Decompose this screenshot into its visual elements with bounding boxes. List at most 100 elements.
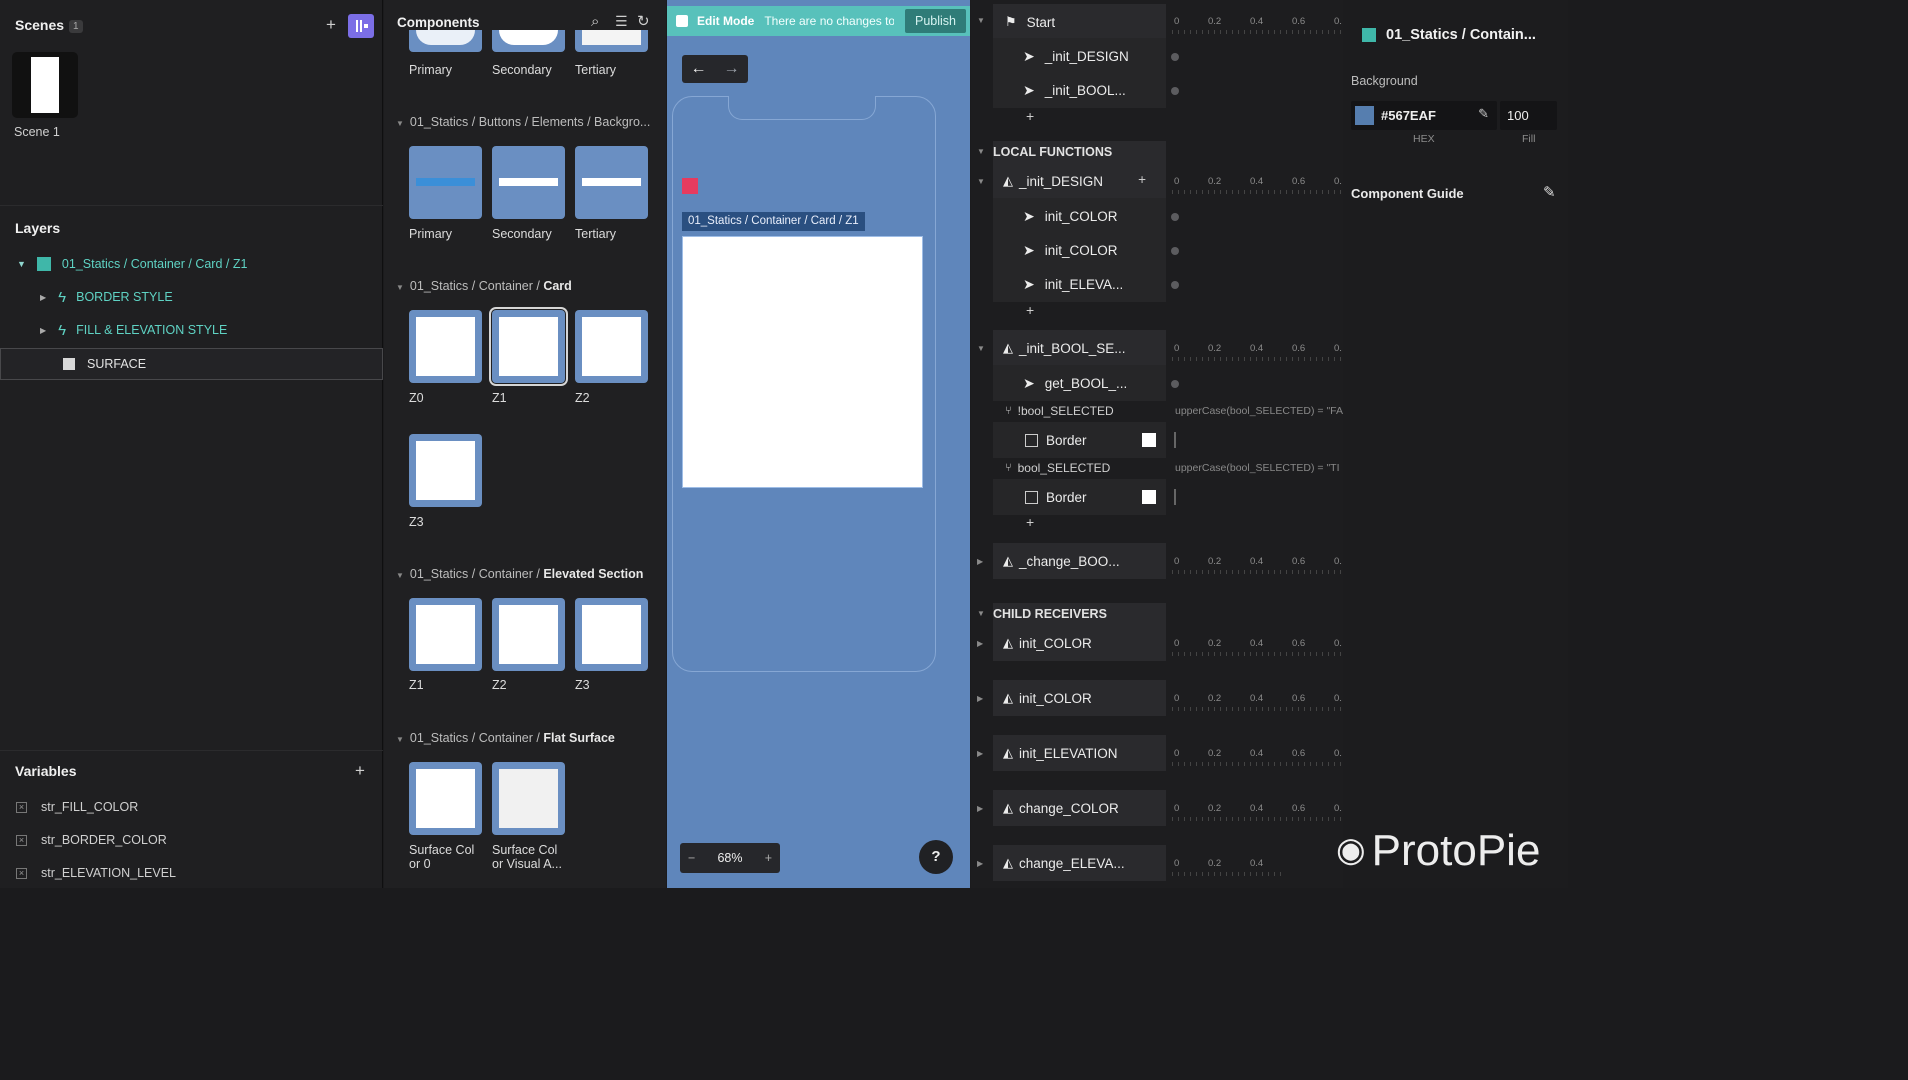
response-row[interactable]: ➤ _init_DESIGN [993,38,1166,74]
zoom-level[interactable]: 68% [717,851,742,865]
scene-thumbnail[interactable] [12,52,78,118]
chevron-right-icon[interactable]: ▶ [977,639,983,648]
color-swatch[interactable] [1142,433,1156,447]
variable-row[interactable]: × str_ELEVATION_LEVEL [16,866,176,880]
component-group-title[interactable]: ▼ 01_Statics / Container / Flat Surface [396,731,662,745]
component-thumbnail[interactable] [409,30,482,52]
condition-expression[interactable]: upperCase(bool_SELECTED) = "FA [1175,405,1343,417]
chevron-down-icon[interactable]: ▼ [977,177,985,186]
add-icon[interactable]: + [1138,172,1146,187]
layer-fill-elevation-style[interactable]: ▶ ϟ FILL & ELEVATION STYLE [0,314,383,346]
component-thumbnail[interactable] [409,310,482,383]
layer-root-row[interactable]: ▼ 01_Statics / Container / Card / Z1 [0,248,383,280]
function-init-design[interactable]: ◭ _init_DESIGN + [993,163,1166,199]
variable-row[interactable]: × str_BORDER_COLOR [16,833,167,847]
receiver-row[interactable]: ◭ init_COLOR [993,625,1166,661]
refresh-icon[interactable]: ↻ [637,12,650,30]
chevron-down-icon[interactable]: ▼ [977,147,985,156]
component-thumbnail[interactable] [409,434,482,507]
chevron-down-icon[interactable]: ▼ [396,735,404,744]
edit-icon[interactable]: ✎ [1543,183,1556,201]
search-icon[interactable]: ⌕ [591,13,599,30]
component-thumbnail[interactable] [409,762,482,835]
child-receivers-header[interactable]: CHILD RECEIVERS [993,603,1166,625]
timeline-dot[interactable] [1171,380,1179,388]
chevron-down-icon[interactable]: ▼ [396,119,404,128]
arrow-right-icon[interactable]: → [715,55,748,83]
timeline-dot[interactable] [1171,247,1179,255]
color-swatch[interactable] [1355,106,1374,125]
trigger-start[interactable]: ⚑ Start [993,4,1166,40]
chevron-down-icon[interactable]: ▼ [977,609,985,618]
add-scene-icon[interactable]: + [326,15,336,35]
component-thumbnail[interactable] [575,30,648,52]
timeline-bar[interactable] [1174,489,1176,505]
component-thumbnail[interactable] [492,146,565,219]
add-response-icon[interactable]: + [1026,108,1034,124]
timeline-dot[interactable] [1171,53,1179,61]
component-thumbnail[interactable] [575,310,648,383]
component-thumbnail-selected[interactable] [489,307,568,386]
condition-expression[interactable]: upperCase(bool_SELECTED) = "TI [1175,462,1343,474]
component-group-title[interactable]: ▼ 01_Statics / Container / Elevated Secti… [396,567,662,581]
timeline-dot[interactable] [1171,281,1179,289]
response-row[interactable]: ➤ init_COLOR [993,232,1166,268]
component-group-title[interactable]: ▼ 01_Statics / Buttons / Elements / Backg… [396,115,662,129]
response-row[interactable]: ➤ get_BOOL_... [993,365,1166,401]
response-row[interactable]: ➤ init_ELEVA... [993,266,1166,302]
chevron-down-icon[interactable]: ▼ [17,259,26,269]
component-thumbnail[interactable] [409,598,482,671]
chevron-down-icon[interactable]: ▼ [396,571,404,580]
help-button[interactable]: ? [919,840,953,874]
chevron-right-icon[interactable]: ▶ [977,859,983,868]
receiver-row[interactable]: ◭ change_ELEVA... [993,845,1166,881]
receiver-row[interactable]: ◭ init_COLOR [993,680,1166,716]
local-functions-header[interactable]: LOCAL FUNCTIONS [993,141,1166,163]
variable-row[interactable]: × str_FILL_COLOR [16,800,138,814]
add-variable-icon[interactable]: + [355,761,365,781]
chevron-right-icon[interactable]: ▶ [40,293,46,302]
chevron-right-icon[interactable]: ▶ [977,694,983,703]
chevron-right-icon[interactable]: ▶ [977,557,983,566]
component-group-title[interactable]: ▼ 01_Statics / Container / Card [396,279,662,293]
response-row[interactable]: Border [993,479,1166,515]
scene-label[interactable]: Scene 1 [14,125,60,139]
add-response-icon[interactable]: + [1026,302,1034,318]
function-init-bool[interactable]: ◭ _init_BOOL_SE... [993,330,1166,366]
response-row[interactable]: ➤ init_COLOR [993,198,1166,234]
fill-input[interactable]: 100 [1500,101,1557,130]
timeline-dot[interactable] [1171,213,1179,221]
chevron-right-icon[interactable]: ▶ [977,804,983,813]
component-thumbnail[interactable] [492,762,565,835]
chevron-down-icon[interactable]: ▼ [396,283,404,292]
chevron-down-icon[interactable]: ▼ [977,16,985,25]
component-thumbnail[interactable] [575,146,648,219]
arrow-left-icon[interactable]: ← [682,55,715,83]
color-swatch[interactable] [1142,490,1156,504]
chevron-down-icon[interactable]: ▼ [977,344,985,353]
response-row[interactable]: ➤ _init_BOOL... [993,72,1166,108]
component-thumbnail[interactable] [492,30,565,52]
zoom-in-icon[interactable]: + [765,851,772,865]
layer-border-style[interactable]: ▶ ϟ BORDER STYLE [0,281,383,313]
scene-layout-icon[interactable] [348,14,374,38]
component-thumbnail[interactable] [492,598,565,671]
list-view-icon[interactable]: ☰ [615,13,628,30]
red-square-object[interactable] [682,178,698,194]
response-row[interactable]: Border [993,422,1166,458]
condition-row[interactable]: ⑂ !bool_SELECTED [993,400,1166,422]
fill-value[interactable]: 100 [1507,108,1529,123]
timeline-bar[interactable] [1174,432,1176,448]
function-change-boo[interactable]: ◭ _change_BOO... [993,543,1166,579]
receiver-row[interactable]: ◭ init_ELEVATION [993,735,1166,771]
zoom-out-icon[interactable]: − [688,851,695,865]
chevron-right-icon[interactable]: ▶ [977,749,983,758]
chevron-right-icon[interactable]: ▶ [40,326,46,335]
publish-button[interactable]: Publish [905,9,966,33]
hex-value[interactable]: #567EAF [1381,108,1436,123]
component-thumbnail[interactable] [409,146,482,219]
timeline-dot[interactable] [1171,87,1179,95]
eyedropper-icon[interactable]: ✎ [1478,106,1489,122]
hex-input[interactable]: #567EAF ✎ [1351,101,1497,130]
add-response-icon[interactable]: + [1026,514,1034,530]
